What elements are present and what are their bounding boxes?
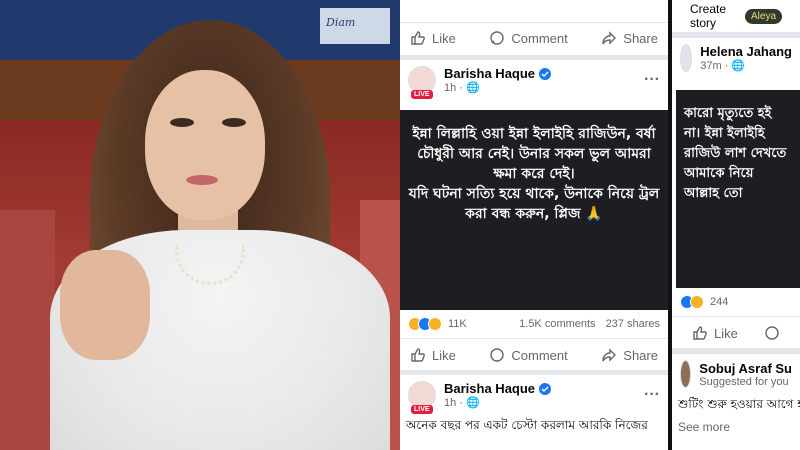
comments-count[interactable]: 1.5K comments bbox=[519, 318, 595, 330]
comment-label: Comment bbox=[511, 347, 568, 363]
suggested-label: Suggested for you bbox=[699, 375, 789, 388]
post-card-1: LIVE Barisha Haque 1h · 🌐 ··· ইন্না লিল্… bbox=[400, 60, 668, 370]
post-meta: 1h · 🌐 bbox=[444, 397, 480, 409]
more-options-button[interactable]: ··· bbox=[644, 386, 660, 404]
globe-icon: 🌐 bbox=[466, 397, 480, 409]
verified-badge-icon bbox=[539, 382, 552, 395]
share-icon bbox=[602, 348, 617, 362]
author-name[interactable]: Helena Jahang bbox=[700, 44, 792, 59]
news-photo: Diam bbox=[0, 0, 400, 450]
prev-post-actions: Like Comment Share bbox=[400, 23, 668, 53]
reaction-count[interactable]: 244 bbox=[710, 296, 728, 308]
thumbs-up-icon bbox=[693, 326, 707, 340]
author-name[interactable]: Barisha Haque bbox=[444, 381, 535, 396]
prev-post-content bbox=[400, 0, 668, 22]
globe-icon: 🌐 bbox=[466, 82, 480, 94]
thumbs-up-icon bbox=[411, 31, 425, 45]
post-meta: 1h · 🌐 bbox=[444, 82, 480, 94]
background-sign: Diam bbox=[320, 8, 390, 44]
post-header: LIVE Barisha Haque 1h · 🌐 ··· bbox=[400, 60, 668, 100]
sad-reaction-icon bbox=[690, 295, 704, 309]
helena-post-card: Helena Jahang 37m · 🌐 কারো মৃত্যুতে হই ন… bbox=[672, 38, 800, 348]
post-text-background: কারো মৃত্যুতে হই না। ইন্না ইলাইহি রাজিউ … bbox=[676, 90, 800, 288]
avatar[interactable]: LIVE bbox=[408, 66, 436, 99]
left-eye bbox=[170, 118, 194, 127]
comment-icon[interactable] bbox=[764, 325, 780, 341]
reaction-count[interactable]: 11K bbox=[448, 318, 467, 330]
see-more-link[interactable]: See more bbox=[672, 418, 800, 436]
facebook-feed-right: Create story Aleya Helena Jahang 37m · 🌐… bbox=[672, 0, 800, 450]
post-time[interactable]: 1h bbox=[444, 397, 456, 409]
post-header: Helena Jahang 37m · 🌐 bbox=[672, 38, 800, 78]
shares-count[interactable]: 237 shares bbox=[606, 318, 660, 330]
story-item[interactable]: Aleya bbox=[744, 8, 782, 24]
like-button[interactable]: Like bbox=[410, 347, 456, 363]
sofa-left bbox=[0, 210, 55, 450]
wow-reaction-icon bbox=[428, 317, 442, 331]
post-header: LIVE Barisha Haque 1h · 🌐 ··· bbox=[400, 375, 668, 415]
lips bbox=[186, 175, 218, 185]
like-button[interactable]: Like bbox=[692, 325, 738, 341]
divider bbox=[400, 338, 668, 339]
prev-post-card: Like Comment Share bbox=[400, 0, 668, 55]
thumbs-up-icon bbox=[411, 348, 425, 362]
comment-button[interactable]: Comment bbox=[489, 30, 568, 46]
live-badge: LIVE bbox=[411, 90, 433, 99]
post-time[interactable]: 1h bbox=[444, 82, 456, 94]
like-label: Like bbox=[432, 30, 456, 46]
post-actions: Like bbox=[672, 318, 800, 348]
post-actions: Like Comment Share bbox=[400, 340, 668, 370]
globe-icon: 🌐 bbox=[731, 60, 746, 72]
post-snippet: শুটিং শুরু হওয়ার আগে হয় 😊... bbox=[678, 397, 800, 411]
avatar[interactable]: LIVE bbox=[408, 381, 436, 414]
reaction-icons[interactable] bbox=[408, 317, 442, 331]
post-header: Sobuj Asraf Su Suggested for you bbox=[672, 354, 800, 394]
right-eye bbox=[222, 118, 246, 127]
share-button[interactable]: Share bbox=[601, 347, 658, 363]
face bbox=[145, 70, 265, 220]
more-options-button[interactable]: ··· bbox=[644, 71, 660, 89]
comment-icon bbox=[490, 31, 505, 45]
like-label: Like bbox=[714, 325, 738, 341]
share-icon bbox=[602, 31, 617, 45]
comment-icon bbox=[490, 348, 505, 362]
post-text-background: ইন্না লিল্লাহি ওয়া ইন্না ইলাইহি রাজিউন,… bbox=[400, 110, 668, 310]
post-snippet: অনেক বছর পর একট চেস্টা করলাম আরকি নিজের bbox=[406, 418, 648, 432]
stories-bar: Create story Aleya bbox=[672, 0, 800, 32]
share-button[interactable]: Share bbox=[601, 30, 658, 46]
like-label: Like bbox=[432, 347, 456, 363]
post-stats: 11K 1.5K comments 237 shares bbox=[400, 312, 668, 336]
share-label: Share bbox=[623, 347, 658, 363]
verified-badge-icon bbox=[539, 67, 552, 80]
post-card-2: LIVE Barisha Haque 1h · 🌐 ··· অনেক বছর প… bbox=[400, 375, 668, 450]
share-label: Share bbox=[623, 30, 658, 46]
reaction-icons[interactable] bbox=[680, 295, 704, 309]
live-badge: LIVE bbox=[411, 405, 433, 414]
sobuj-post-card: Sobuj Asraf Su Suggested for you শুটিং শ… bbox=[672, 354, 800, 450]
comment-button[interactable]: Comment bbox=[489, 347, 568, 363]
divider bbox=[672, 316, 800, 317]
author-name[interactable]: Sobuj Asraf Su bbox=[699, 361, 792, 376]
post-meta: 37m · 🌐 bbox=[700, 60, 746, 72]
facebook-feed-center: Like Comment Share LIVE Barisha Haque 1h… bbox=[400, 0, 668, 450]
comment-label: Comment bbox=[511, 30, 568, 46]
post-time[interactable]: 37m bbox=[700, 60, 721, 72]
avatar[interactable] bbox=[680, 360, 692, 388]
like-button[interactable]: Like bbox=[410, 30, 456, 46]
post-stats: 244 bbox=[672, 290, 800, 314]
hand bbox=[60, 250, 150, 360]
author-name[interactable]: Barisha Haque bbox=[444, 66, 535, 81]
create-story-button[interactable]: Create story bbox=[690, 2, 735, 30]
avatar[interactable] bbox=[680, 44, 693, 72]
